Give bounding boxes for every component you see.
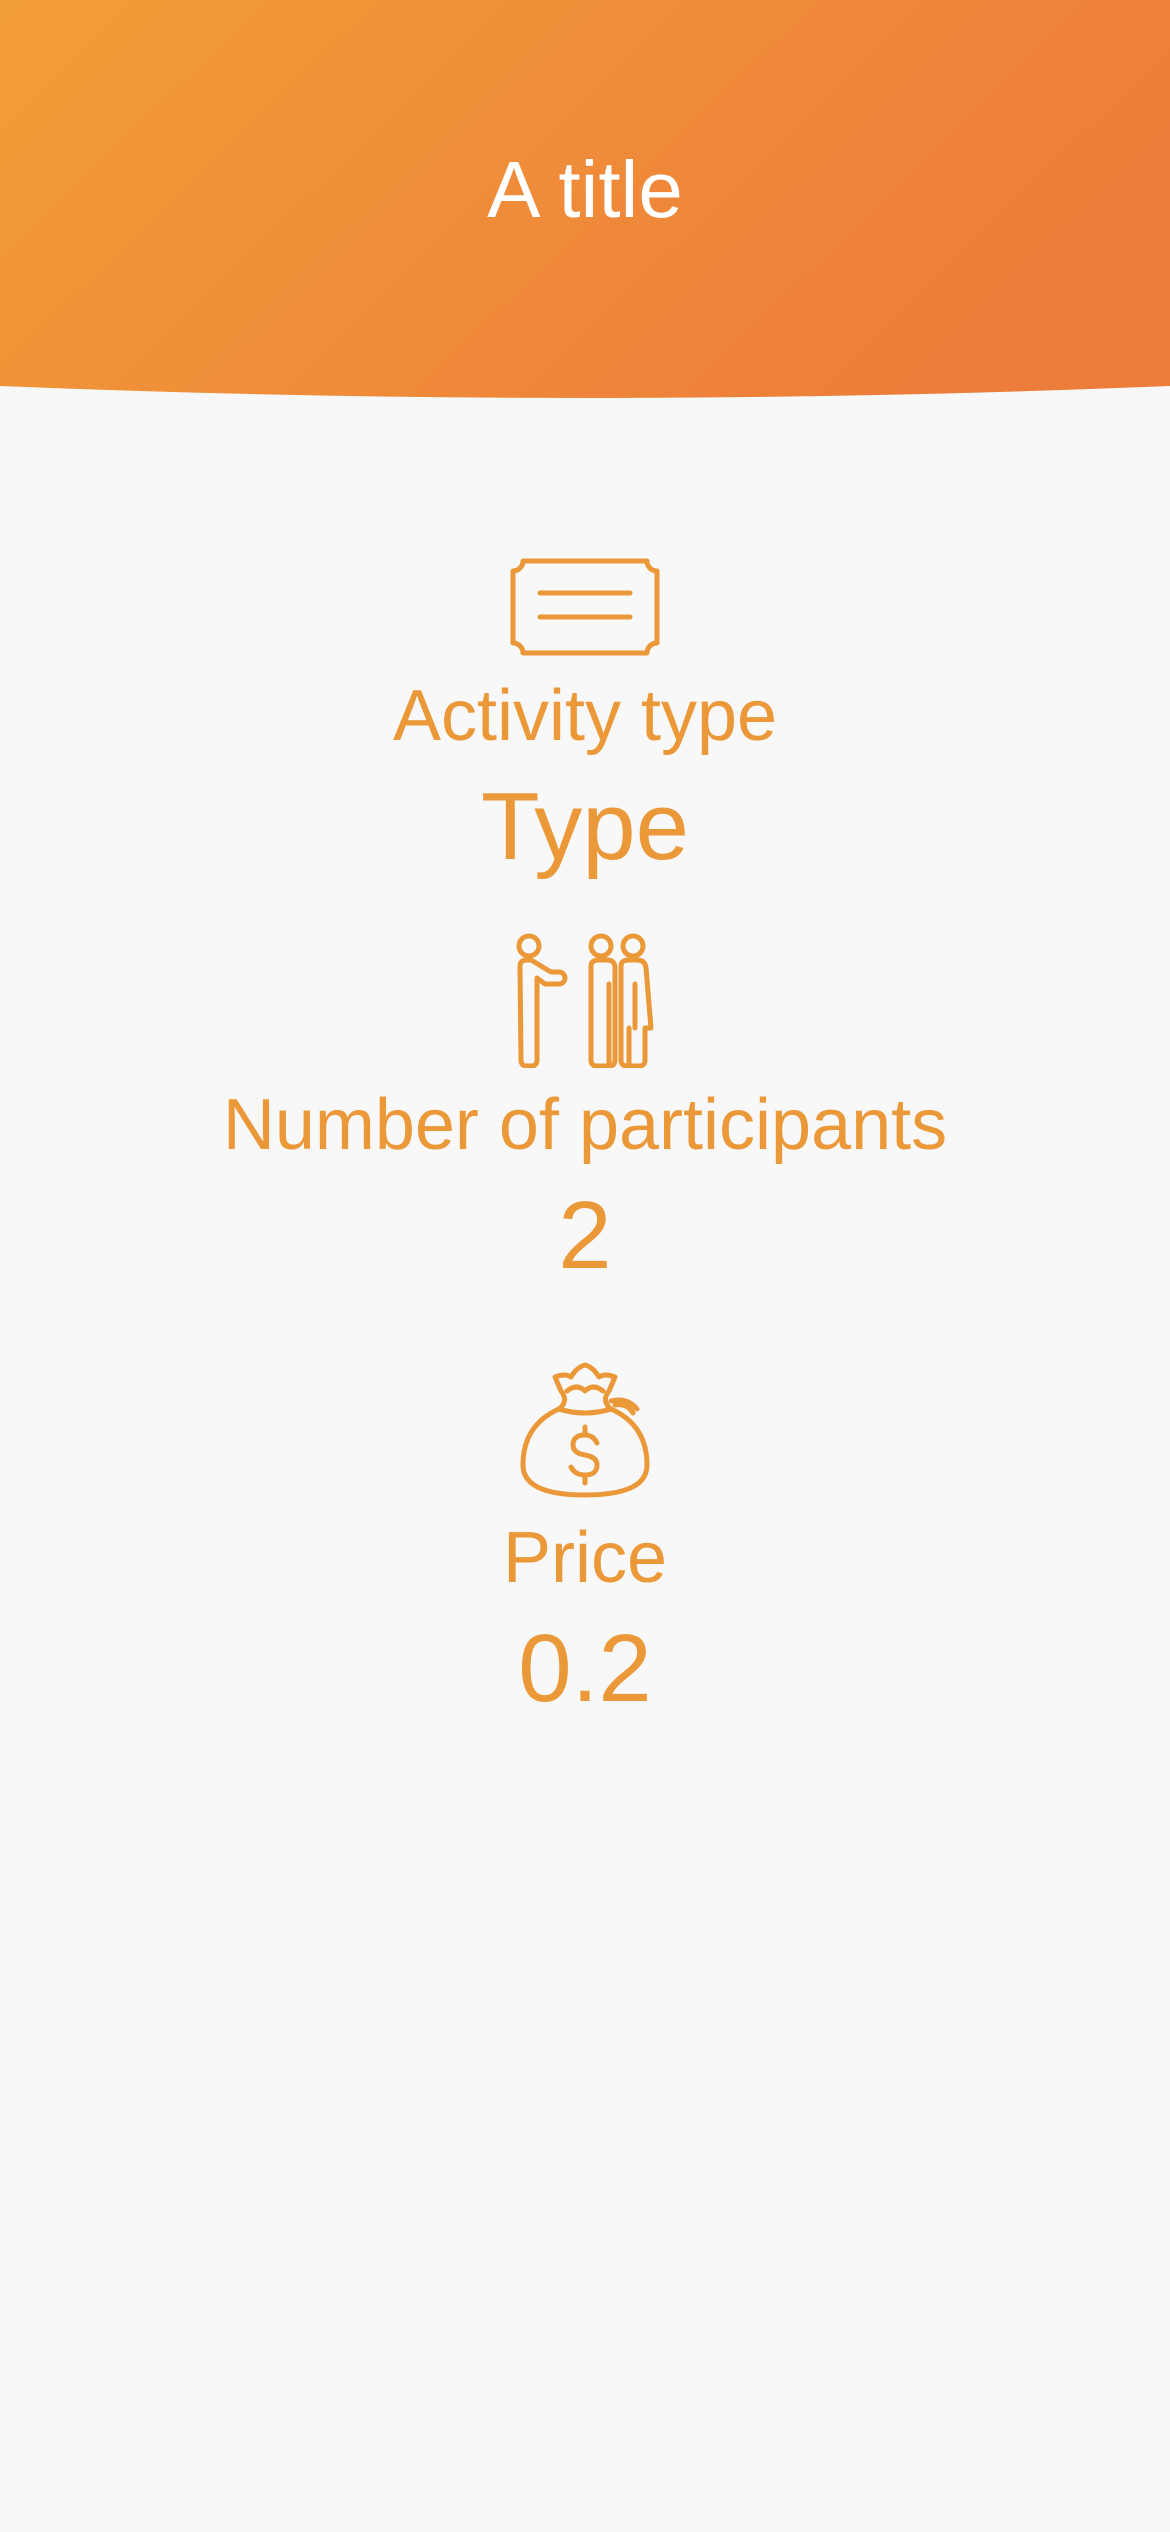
activity-type-label: Activity type [392, 676, 778, 756]
participants-label: Number of participants [222, 1085, 948, 1165]
activity-type-section: Activity type Type [0, 555, 1170, 887]
price-value: 0.2 [518, 1615, 652, 1722]
price-section: Price 0.2 [0, 1361, 1170, 1729]
header: A title [0, 0, 1170, 400]
participants-value: 2 [558, 1182, 612, 1289]
people-icon [516, 933, 654, 1068]
activity-type-value: Type [480, 773, 690, 880]
page-title: A title [487, 145, 683, 234]
money-bag-icon [520, 1362, 650, 1498]
activity-details: Activity type Type Number of participant… [0, 555, 1170, 1729]
price-label: Price [502, 1518, 668, 1598]
participants-section: Number of participants 2 [0, 932, 1170, 1296]
ticket-icon [510, 558, 660, 656]
